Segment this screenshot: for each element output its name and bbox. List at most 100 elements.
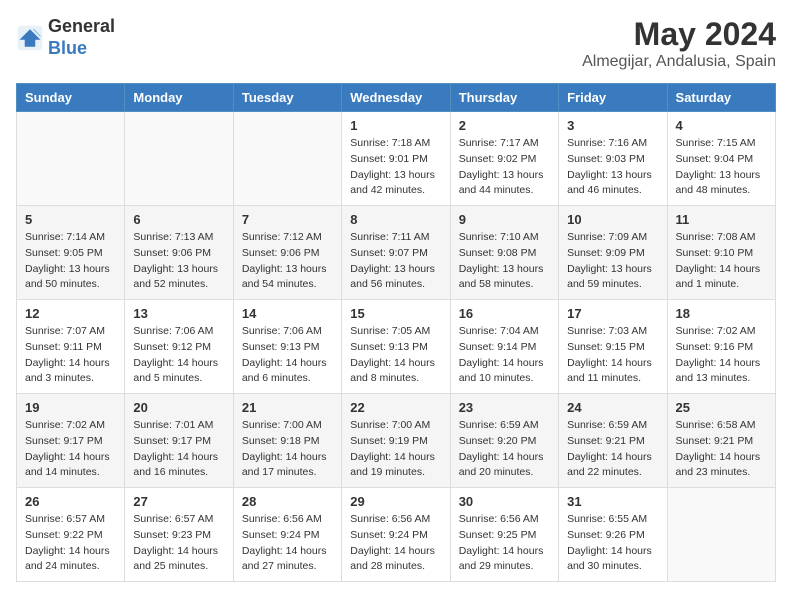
calendar-cell: 26 Sunrise: 6:57 AMSunset: 9:22 PMDayligh… bbox=[17, 488, 125, 582]
calendar-cell: 27 Sunrise: 6:57 AMSunset: 9:23 PMDayligh… bbox=[125, 488, 233, 582]
day-number: 28 bbox=[242, 494, 333, 509]
calendar-cell: 29Sunrise: 6:56 AMSunset: 9:24 PMDayligh… bbox=[342, 488, 450, 582]
calendar-cell: 12 Sunrise: 7:07 AMSunset: 9:11 PMDayligh… bbox=[17, 300, 125, 394]
day-number: 25 bbox=[676, 400, 767, 415]
calendar-cell: 10 Sunrise: 7:09 AMSunset: 9:09 PMDayligh… bbox=[559, 206, 667, 300]
day-number: 2 bbox=[459, 118, 550, 133]
calendar-cell: 6 Sunrise: 7:13 AMSunset: 9:06 PMDaylight… bbox=[125, 206, 233, 300]
logo-text: General Blue bbox=[48, 16, 115, 59]
day-info: Sunrise: 7:12 AMSunset: 9:06 PMDaylight:… bbox=[242, 230, 333, 293]
calendar-cell: 1Sunrise: 7:18 AMSunset: 9:01 PMDaylight… bbox=[342, 112, 450, 206]
day-number: 30 bbox=[459, 494, 550, 509]
day-info: Sunrise: 7:04 AMSunset: 9:14 PMDaylight:… bbox=[459, 324, 550, 387]
calendar-cell: 8 Sunrise: 7:11 AMSunset: 9:07 PMDaylight… bbox=[342, 206, 450, 300]
calendar-cell: 19 Sunrise: 7:02 AMSunset: 9:17 PMDayligh… bbox=[17, 394, 125, 488]
day-number: 4 bbox=[676, 118, 767, 133]
day-number: 23 bbox=[459, 400, 550, 415]
day-info: Sunrise: 7:10 AMSunset: 9:08 PMDaylight:… bbox=[459, 230, 550, 293]
day-info: Sunrise: 7:03 AMSunset: 9:15 PMDaylight:… bbox=[567, 324, 658, 387]
calendar-cell: 21 Sunrise: 7:00 AMSunset: 9:18 PMDayligh… bbox=[233, 394, 341, 488]
calendar-cell: 16Sunrise: 7:04 AMSunset: 9:14 PMDayligh… bbox=[450, 300, 558, 394]
calendar-cell: 31 Sunrise: 6:55 AMSunset: 9:26 PMDayligh… bbox=[559, 488, 667, 582]
calendar-cell: 14 Sunrise: 7:06 AMSunset: 9:13 PMDayligh… bbox=[233, 300, 341, 394]
day-number: 27 bbox=[133, 494, 224, 509]
calendar-cell: 24Sunrise: 6:59 AMSunset: 9:21 PMDayligh… bbox=[559, 394, 667, 488]
weekday-header: Friday bbox=[559, 84, 667, 112]
day-info: Sunrise: 7:11 AMSunset: 9:07 PMDaylight:… bbox=[350, 230, 441, 293]
day-info: Sunrise: 6:57 AMSunset: 9:23 PMDaylight:… bbox=[133, 512, 224, 575]
day-info: Sunrise: 7:08 AMSunset: 9:10 PMDaylight:… bbox=[676, 230, 767, 293]
calendar-cell bbox=[233, 112, 341, 206]
calendar-cell: 25 Sunrise: 6:58 AMSunset: 9:21 PMDayligh… bbox=[667, 394, 775, 488]
day-info: Sunrise: 7:05 AMSunset: 9:13 PMDaylight:… bbox=[350, 324, 441, 387]
day-info: Sunrise: 7:02 AMSunset: 9:16 PMDaylight:… bbox=[676, 324, 767, 387]
day-number: 10 bbox=[567, 212, 658, 227]
day-number: 17 bbox=[567, 306, 658, 321]
day-number: 26 bbox=[25, 494, 116, 509]
weekday-header: Sunday bbox=[17, 84, 125, 112]
calendar-cell: 11 Sunrise: 7:08 AMSunset: 9:10 PMDayligh… bbox=[667, 206, 775, 300]
day-number: 15 bbox=[350, 306, 441, 321]
day-number: 21 bbox=[242, 400, 333, 415]
day-info: Sunrise: 6:57 AMSunset: 9:22 PMDaylight:… bbox=[25, 512, 116, 575]
day-number: 14 bbox=[242, 306, 333, 321]
calendar-week-row: 26 Sunrise: 6:57 AMSunset: 9:22 PMDayligh… bbox=[17, 488, 776, 582]
day-info: Sunrise: 7:00 AMSunset: 9:19 PMDaylight:… bbox=[350, 418, 441, 481]
calendar-cell bbox=[17, 112, 125, 206]
day-number: 9 bbox=[459, 212, 550, 227]
calendar-cell: 20Sunrise: 7:01 AMSunset: 9:17 PMDayligh… bbox=[125, 394, 233, 488]
calendar-week-row: 5 Sunrise: 7:14 AMSunset: 9:05 PMDaylight… bbox=[17, 206, 776, 300]
day-number: 31 bbox=[567, 494, 658, 509]
calendar-cell: 5 Sunrise: 7:14 AMSunset: 9:05 PMDaylight… bbox=[17, 206, 125, 300]
day-number: 5 bbox=[25, 212, 116, 227]
weekday-header: Wednesday bbox=[342, 84, 450, 112]
day-number: 18 bbox=[676, 306, 767, 321]
day-info: Sunrise: 6:56 AMSunset: 9:25 PMDaylight:… bbox=[459, 512, 550, 575]
day-number: 22 bbox=[350, 400, 441, 415]
calendar-cell: 17 Sunrise: 7:03 AMSunset: 9:15 PMDayligh… bbox=[559, 300, 667, 394]
day-info: Sunrise: 7:00 AMSunset: 9:18 PMDaylight:… bbox=[242, 418, 333, 481]
calendar-week-row: 1Sunrise: 7:18 AMSunset: 9:01 PMDaylight… bbox=[17, 112, 776, 206]
calendar-cell: 2 Sunrise: 7:17 AMSunset: 9:02 PMDaylight… bbox=[450, 112, 558, 206]
day-info: Sunrise: 7:06 AMSunset: 9:12 PMDaylight:… bbox=[133, 324, 224, 387]
day-number: 11 bbox=[676, 212, 767, 227]
weekday-header-row: SundayMondayTuesdayWednesdayThursdayFrid… bbox=[17, 84, 776, 112]
day-info: Sunrise: 7:09 AMSunset: 9:09 PMDaylight:… bbox=[567, 230, 658, 293]
day-info: Sunrise: 7:13 AMSunset: 9:06 PMDaylight:… bbox=[133, 230, 224, 293]
day-info: Sunrise: 6:55 AMSunset: 9:26 PMDaylight:… bbox=[567, 512, 658, 575]
day-info: Sunrise: 7:15 AMSunset: 9:04 PMDaylight:… bbox=[676, 136, 767, 199]
calendar-cell: 30 Sunrise: 6:56 AMSunset: 9:25 PMDayligh… bbox=[450, 488, 558, 582]
day-number: 20 bbox=[133, 400, 224, 415]
day-number: 6 bbox=[133, 212, 224, 227]
calendar-cell bbox=[125, 112, 233, 206]
calendar-cell bbox=[667, 488, 775, 582]
logo-icon bbox=[16, 24, 44, 52]
day-number: 3 bbox=[567, 118, 658, 133]
day-number: 1 bbox=[350, 118, 441, 133]
logo: General Blue bbox=[16, 16, 115, 59]
day-info: Sunrise: 6:56 AMSunset: 9:24 PMDaylight:… bbox=[350, 512, 441, 575]
day-number: 12 bbox=[25, 306, 116, 321]
day-number: 19 bbox=[25, 400, 116, 415]
calendar-cell: 7 Sunrise: 7:12 AMSunset: 9:06 PMDaylight… bbox=[233, 206, 341, 300]
calendar: SundayMondayTuesdayWednesdayThursdayFrid… bbox=[16, 83, 776, 582]
calendar-week-row: 12 Sunrise: 7:07 AMSunset: 9:11 PMDayligh… bbox=[17, 300, 776, 394]
weekday-header: Thursday bbox=[450, 84, 558, 112]
calendar-cell: 18 Sunrise: 7:02 AMSunset: 9:16 PMDayligh… bbox=[667, 300, 775, 394]
day-info: Sunrise: 6:58 AMSunset: 9:21 PMDaylight:… bbox=[676, 418, 767, 481]
location-title: Almegijar, Andalusia, Spain bbox=[582, 53, 776, 71]
calendar-cell: 28Sunrise: 6:56 AMSunset: 9:24 PMDayligh… bbox=[233, 488, 341, 582]
calendar-cell: 9 Sunrise: 7:10 AMSunset: 9:08 PMDaylight… bbox=[450, 206, 558, 300]
weekday-header: Saturday bbox=[667, 84, 775, 112]
day-number: 8 bbox=[350, 212, 441, 227]
day-info: Sunrise: 7:14 AMSunset: 9:05 PMDaylight:… bbox=[25, 230, 116, 293]
day-number: 24 bbox=[567, 400, 658, 415]
day-info: Sunrise: 7:17 AMSunset: 9:02 PMDaylight:… bbox=[459, 136, 550, 199]
day-info: Sunrise: 7:02 AMSunset: 9:17 PMDaylight:… bbox=[25, 418, 116, 481]
day-info: Sunrise: 7:06 AMSunset: 9:13 PMDaylight:… bbox=[242, 324, 333, 387]
day-info: Sunrise: 7:07 AMSunset: 9:11 PMDaylight:… bbox=[25, 324, 116, 387]
day-number: 7 bbox=[242, 212, 333, 227]
weekday-header: Monday bbox=[125, 84, 233, 112]
month-title: May 2024 bbox=[582, 16, 776, 53]
title-block: May 2024 Almegijar, Andalusia, Spain bbox=[582, 16, 776, 71]
